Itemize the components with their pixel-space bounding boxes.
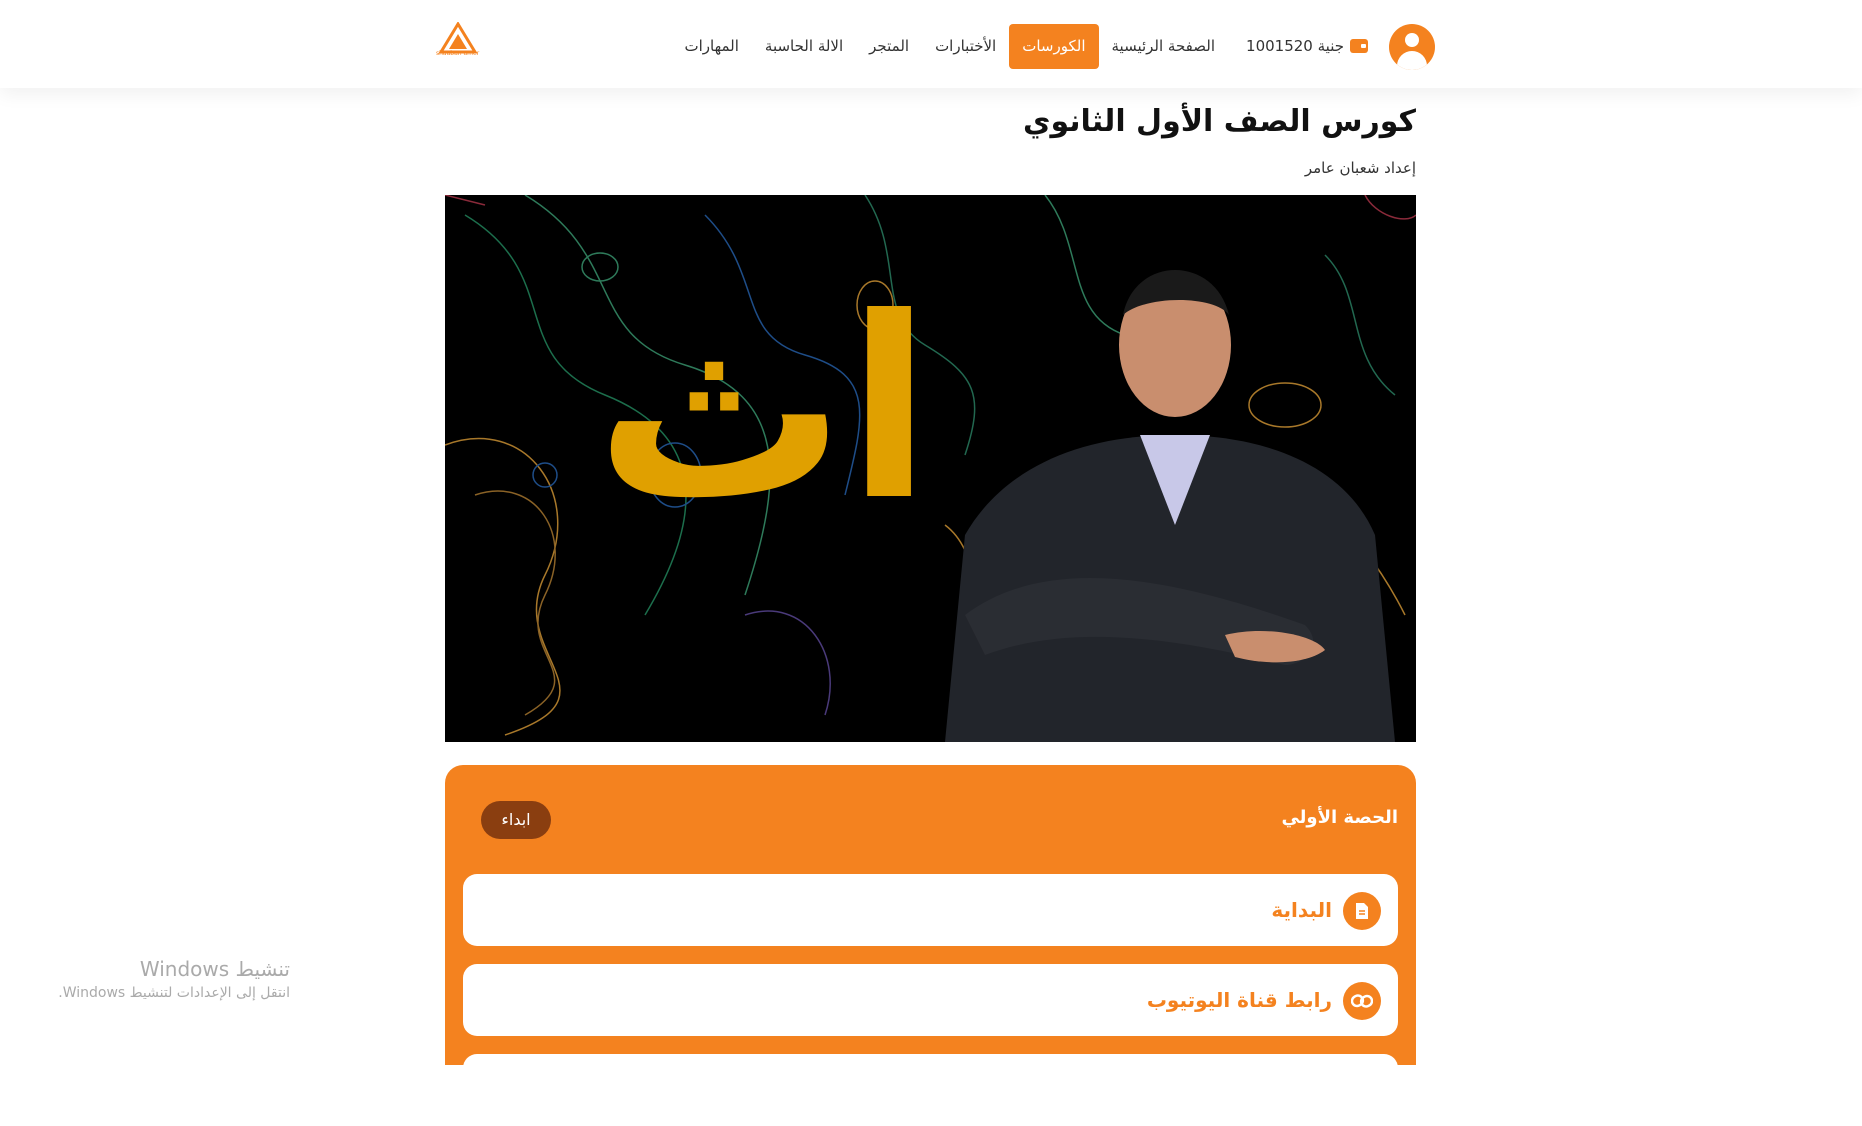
windows-activation-title: تنشيط Windows — [139, 957, 290, 981]
nav-courses[interactable]: الكورسات — [1009, 24, 1099, 69]
user-avatar[interactable] — [1389, 24, 1435, 70]
link-icon — [1343, 982, 1381, 1020]
section-title: الحصة الأولي — [1281, 807, 1398, 828]
top-header: جنية 1001520 الصفحة الرئيسية الكورسات ال… — [0, 0, 1862, 88]
nav-skills[interactable]: المهارات — [671, 24, 751, 69]
nav-store[interactable]: المتجر — [856, 24, 922, 69]
lesson-label: البداية — [1271, 898, 1332, 922]
lesson-item-partial[interactable] — [463, 1054, 1398, 1126]
lesson-item-start[interactable]: البداية — [463, 874, 1398, 946]
lesson-section: الحصة الأولي ابداء البداية رابط قناة الي… — [445, 765, 1416, 1126]
lesson-label: رابط قناة اليوتيوب — [1146, 988, 1332, 1012]
course-author: إعداد شعبان عامر — [1304, 159, 1416, 177]
wallet-icon — [1350, 39, 1368, 53]
logo-text: shaaban amer — [436, 50, 480, 57]
wallet-balance[interactable]: جنية 1001520 — [1246, 35, 1368, 57]
lesson-item-youtube[interactable]: رابط قناة اليوتيوب — [463, 964, 1398, 1036]
course-banner: اث — [445, 195, 1416, 742]
avatar-head — [1405, 33, 1419, 47]
wallet-text: جنية 1001520 — [1246, 37, 1344, 55]
nav-home[interactable]: الصفحة الرئيسية — [1099, 24, 1229, 69]
main-nav: الصفحة الرئيسية الكورسات الأختبارات المت… — [671, 24, 1228, 69]
file-icon — [1343, 892, 1381, 930]
instructor-photo — [945, 270, 1395, 742]
banner-letter: اث — [595, 264, 932, 555]
nav-exams[interactable]: الأختبارات — [922, 24, 1009, 69]
windows-activation-subtitle: انتقل إلى الإعدادات لتنشيط Windows. — [58, 985, 290, 1001]
course-title: كورس الصف الأول الثانوي — [1022, 104, 1416, 139]
start-button[interactable]: ابداء — [481, 801, 551, 839]
avatar-body — [1397, 51, 1427, 70]
nav-calculator[interactable]: الالة الحاسبة — [752, 24, 856, 69]
